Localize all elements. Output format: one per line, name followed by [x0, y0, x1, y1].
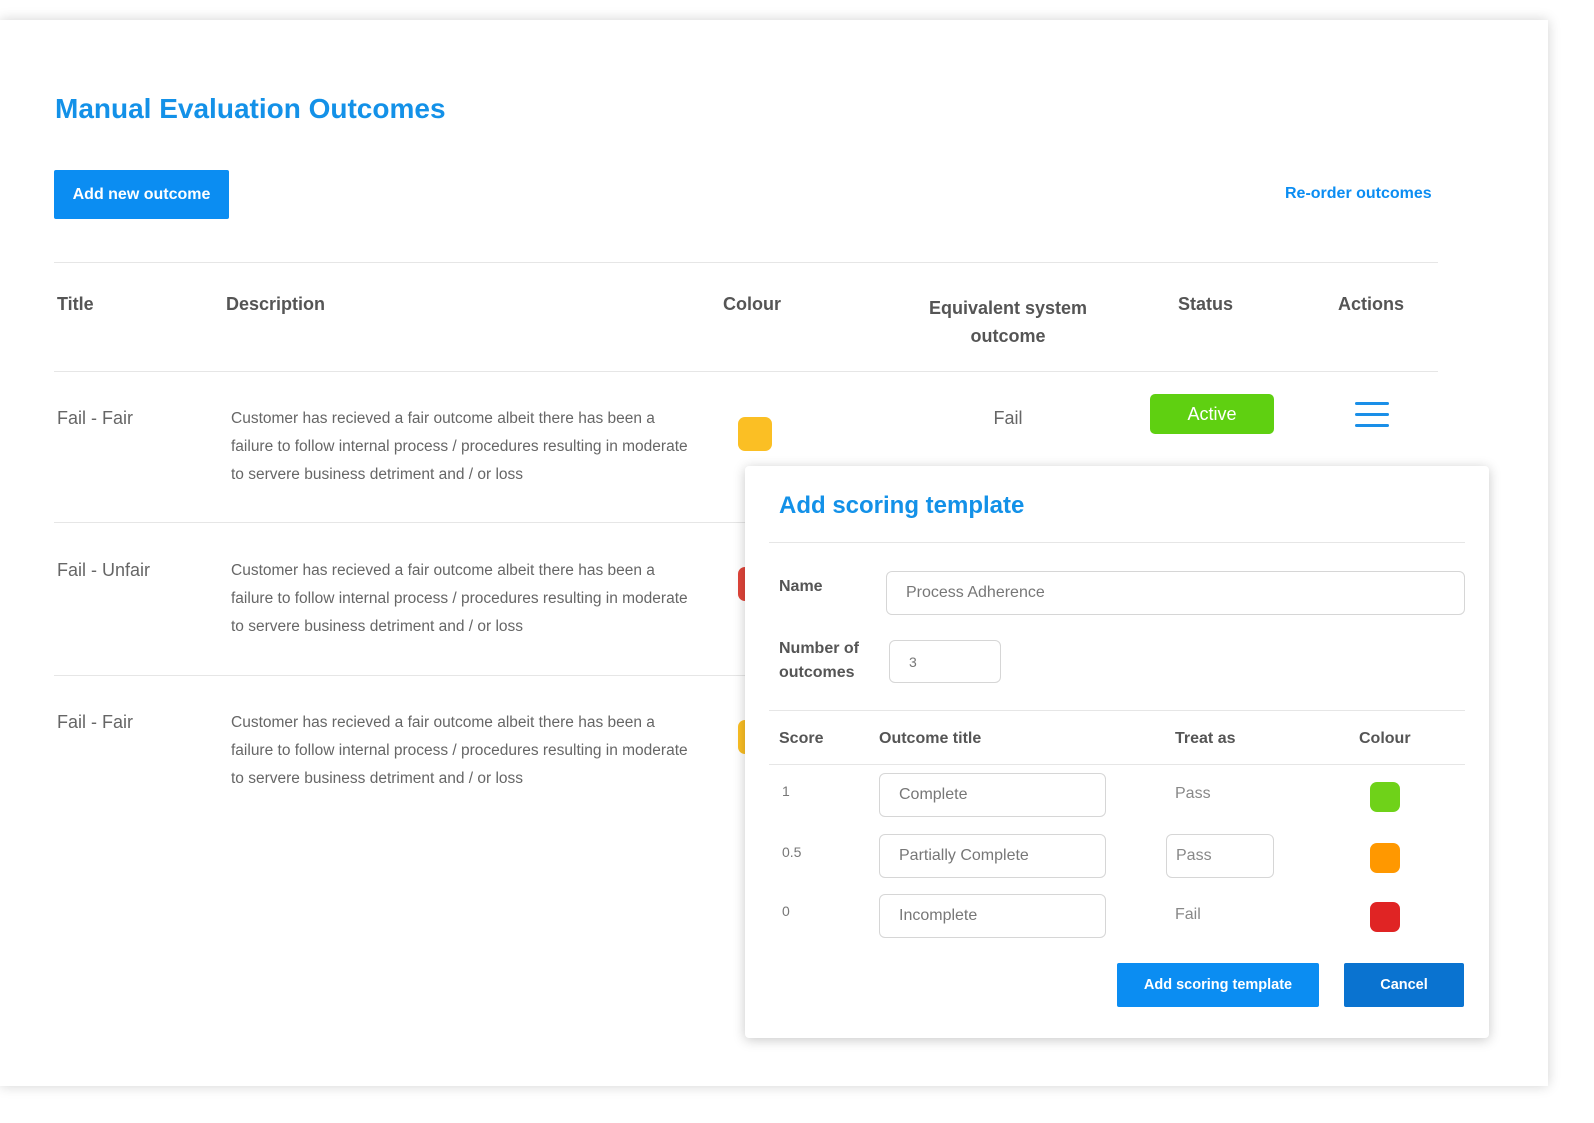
outcome-treat-as[interactable]: Pass: [1175, 785, 1211, 803]
outcome-title-input[interactable]: [879, 894, 1106, 938]
header-system-outcome: Equivalent system outcome: [898, 294, 1118, 350]
outcome-treat-as[interactable]: Fail: [1175, 906, 1201, 924]
header-title: Title: [57, 294, 94, 314]
number-of-outcomes-input[interactable]: [889, 640, 1001, 683]
outcome-colour-swatch[interactable]: [1370, 902, 1400, 932]
number-of-outcomes-label-line2: outcomes: [779, 664, 855, 681]
outcome-title-input[interactable]: [879, 773, 1106, 817]
header-system-outcome-line1: Equivalent system: [928, 298, 1088, 318]
status-badge[interactable]: Active: [1150, 394, 1274, 434]
add-new-outcome-button[interactable]: Add new outcome: [54, 170, 229, 219]
page-title: Manual Evaluation Outcomes: [55, 93, 446, 124]
column-outcome-title: Outcome title: [879, 730, 982, 747]
add-scoring-template-button[interactable]: Add scoring template: [1117, 963, 1319, 1007]
header-colour: Colour: [723, 294, 781, 314]
outcome-score: 0: [782, 903, 790, 919]
column-colour: Colour: [1359, 730, 1411, 747]
number-of-outcomes-label-line1: Number of: [779, 640, 859, 657]
row-title: Fail - Fair: [57, 408, 133, 428]
modal-table-divider: [769, 764, 1465, 765]
table-top-divider: [54, 262, 1438, 263]
header-description: Description: [226, 294, 326, 314]
outcome-colour-swatch[interactable]: [1370, 843, 1400, 873]
row-title: Fail - Fair: [57, 712, 133, 732]
header-actions: Actions: [1338, 294, 1405, 314]
row-colour-swatch: [738, 417, 772, 451]
outcome-title-input[interactable]: [879, 834, 1106, 878]
header-status: Status: [1178, 294, 1234, 314]
table-header-divider: [54, 371, 1438, 372]
hamburger-menu-icon[interactable]: [1355, 402, 1389, 428]
row-system-outcome: Fail: [993, 408, 1023, 428]
modal-title-divider: [769, 542, 1465, 543]
column-score: Score: [779, 730, 824, 747]
modal-title: Add scoring template: [779, 492, 1025, 519]
reorder-outcomes-link[interactable]: Re-order outcomes: [1285, 185, 1432, 203]
name-label: Name: [779, 578, 823, 595]
number-of-outcomes-label: Number of outcomes: [779, 637, 859, 685]
cancel-button[interactable]: Cancel: [1344, 963, 1464, 1007]
name-input[interactable]: [886, 571, 1465, 615]
outcome-score: 1: [782, 783, 790, 799]
header-system-outcome-line2: outcome: [970, 326, 1046, 346]
outcome-colour-swatch[interactable]: [1370, 782, 1400, 812]
outcome-score: 0.5: [782, 844, 802, 860]
column-treat-as: Treat as: [1175, 730, 1236, 747]
row-description: Customer has recieved a fair outcome alb…: [231, 410, 688, 483]
row-description: Customer has recieved a fair outcome alb…: [231, 562, 688, 635]
row-description: Customer has recieved a fair outcome alb…: [231, 714, 688, 787]
row-title: Fail - Unfair: [57, 560, 151, 580]
add-scoring-template-modal: Add scoring template Name Number of outc…: [745, 466, 1489, 1038]
modal-section-divider: [769, 710, 1465, 711]
outcome-treat-as-select[interactable]: [1166, 834, 1274, 878]
